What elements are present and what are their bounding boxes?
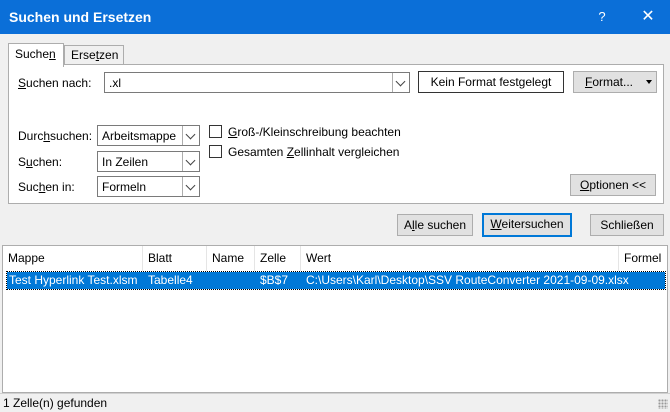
search-order-select[interactable]: In Zeilen bbox=[97, 151, 200, 172]
tab-find[interactable]: Suchen bbox=[8, 43, 64, 67]
dialog-title: Suchen und Ersetzen bbox=[9, 9, 152, 25]
column-header-mappe[interactable]: Mappe bbox=[3, 246, 143, 271]
look-in-label: Suchen in: bbox=[18, 180, 75, 194]
column-header-formel[interactable]: Formel bbox=[619, 246, 669, 271]
search-input-value: .xl bbox=[109, 76, 121, 90]
find-replace-dialog: Suchen und Ersetzen ? ✕ Suchen Ersetzen … bbox=[0, 0, 670, 411]
tab-find-label: Suche bbox=[15, 47, 50, 61]
column-header-wert[interactable]: Wert bbox=[301, 246, 619, 271]
within-value: Arbeitsmappe bbox=[102, 129, 177, 143]
within-select[interactable]: Arbeitsmappe bbox=[97, 125, 200, 146]
search-for-label: Suchen nach: bbox=[18, 76, 92, 90]
tab-replace[interactable]: Ersetzen bbox=[64, 45, 124, 65]
options-toggle-button[interactable]: Optionen << bbox=[570, 174, 656, 196]
resize-grip-icon[interactable] bbox=[658, 399, 668, 409]
chevron-down-icon[interactable] bbox=[182, 126, 199, 145]
search-order-value: In Zeilen bbox=[102, 155, 149, 169]
look-in-value: Formeln bbox=[102, 180, 147, 194]
find-next-button[interactable]: Weitersuchen bbox=[482, 213, 572, 237]
status-text: 1 Zelle(n) gefunden bbox=[3, 396, 108, 410]
chevron-down-icon[interactable] bbox=[182, 177, 199, 196]
cell-mappe: Test Hyperlink Test.xlsm bbox=[9, 273, 138, 287]
column-header-zelle[interactable]: Zelle bbox=[255, 246, 301, 271]
search-input[interactable]: .xl bbox=[104, 72, 410, 93]
match-case-checkbox[interactable] bbox=[209, 125, 222, 138]
tab-replace-label: Erse bbox=[71, 48, 96, 62]
cell-zelle: $B$7 bbox=[260, 273, 289, 287]
dropdown-arrow-icon[interactable] bbox=[646, 80, 652, 84]
close-window-button[interactable]: ✕ bbox=[626, 0, 670, 34]
find-all-button[interactable]: Alle suchen bbox=[397, 214, 473, 236]
table-row[interactable]: Test Hyperlink Test.xlsm Tabelle4 $B$7 C… bbox=[6, 271, 666, 290]
close-button[interactable]: Schließen bbox=[590, 214, 664, 236]
title-bar[interactable]: Suchen und Ersetzen ? ✕ bbox=[0, 0, 670, 34]
chevron-down-icon[interactable] bbox=[182, 152, 199, 171]
format-status-box: Kein Format festgelegt bbox=[418, 71, 564, 93]
column-header-name[interactable]: Name bbox=[207, 246, 255, 271]
look-in-select[interactable]: Formeln bbox=[97, 176, 200, 197]
status-bar: 1 Zelle(n) gefunden bbox=[0, 393, 670, 411]
cell-blatt: Tabelle4 bbox=[148, 273, 193, 287]
tab-replace-label-rest: zen bbox=[99, 48, 119, 62]
column-header-blatt[interactable]: Blatt bbox=[143, 246, 207, 271]
cell-wert: C:\Users\Karl\Desktop\SSV RouteConverter… bbox=[306, 273, 629, 287]
entire-cell-label[interactable]: Gesamten Zellinhalt vergleichen bbox=[228, 145, 399, 159]
chevron-down-icon[interactable] bbox=[392, 73, 409, 92]
within-label: Durchsuchen: bbox=[18, 129, 93, 143]
match-case-label[interactable]: Groß-/Kleinschreibung beachten bbox=[228, 125, 401, 139]
entire-cell-checkbox[interactable] bbox=[209, 145, 222, 158]
format-button[interactable]: Format... bbox=[573, 71, 657, 93]
tab-find-accesskey: n bbox=[49, 47, 56, 61]
results-list[interactable]: Mappe Blatt Name Zelle Wert Formel Test … bbox=[2, 245, 668, 393]
find-tab-panel: Suchen nach: .xl Kein Format festgelegt … bbox=[8, 64, 664, 204]
search-order-label: Suchen: bbox=[18, 155, 63, 169]
help-button[interactable]: ? bbox=[580, 0, 624, 34]
